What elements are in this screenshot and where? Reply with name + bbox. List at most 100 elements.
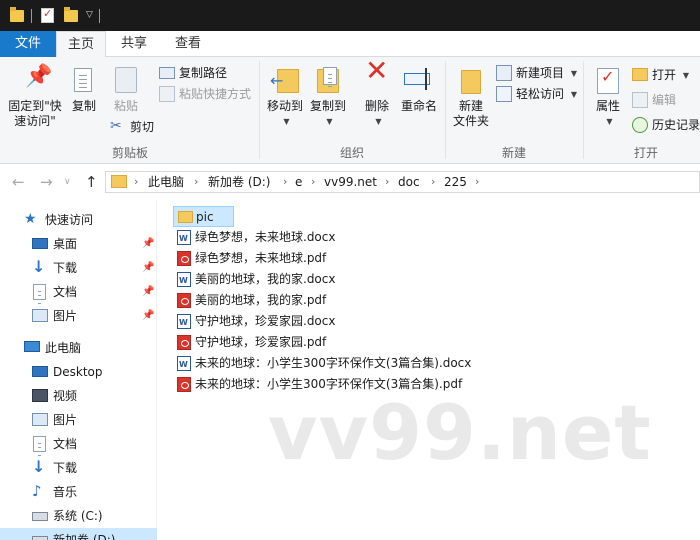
- cut-label: 剪切: [130, 120, 155, 134]
- rename-label: 重命名: [400, 99, 437, 113]
- copy-path-button[interactable]: 复制路径: [159, 64, 227, 82]
- rename-button[interactable]: 重命名: [398, 65, 440, 114]
- properties-quick-icon[interactable]: [41, 7, 54, 23]
- new-folder-button[interactable]: 新建 文件夹: [450, 65, 492, 129]
- back-arrow-icon[interactable]: ←: [12, 173, 25, 191]
- paste-shortcut-icon: [159, 86, 175, 102]
- nav-pc-drive-c[interactable]: 系统 (C:): [0, 504, 157, 528]
- nav-label: 下载: [53, 461, 78, 475]
- chevron-right-icon[interactable]: ›: [283, 174, 287, 190]
- cut-button[interactable]: ✂ 剪切: [110, 118, 154, 136]
- folder-icon: [178, 211, 193, 223]
- tab-share[interactable]: 共享: [108, 31, 160, 57]
- open-label: 打开: [652, 68, 677, 82]
- nav-this-pc[interactable]: 此电脑: [0, 336, 157, 360]
- paste-label: 粘贴: [113, 99, 138, 113]
- easy-access-dropdown-icon: ▼: [570, 90, 577, 99]
- history-button[interactable]: 历史记录: [632, 116, 700, 134]
- nav-label: 下载: [53, 261, 78, 275]
- properties-label: 属性: [595, 99, 620, 113]
- history-icon: [632, 117, 648, 133]
- breadcrumb-vv99[interactable]: vv99.net: [324, 174, 377, 190]
- pin-icon: 📌: [25, 64, 53, 89]
- desktop-icon: [32, 366, 48, 377]
- nav-quick-documents[interactable]: 文档 📌: [0, 280, 157, 304]
- paste-icon: [115, 67, 137, 93]
- address-bar[interactable]: › 此电脑 › 新加卷 (D:) › e › vv99.net › doc › …: [105, 171, 700, 193]
- paste-shortcut-button[interactable]: 粘贴快捷方式: [159, 85, 251, 103]
- nav-pc-downloads[interactable]: ↓ 下载: [0, 456, 157, 480]
- tab-view[interactable]: 查看: [162, 31, 214, 57]
- breadcrumb-drive-d[interactable]: 新加卷 (D:): [208, 174, 270, 190]
- edit-button[interactable]: 编辑: [632, 91, 676, 109]
- pin-icon[interactable]: 📌: [142, 280, 154, 304]
- file-list: vv99.net pic 绿色梦想，未来地球.docx 绿色梦想，未来地球.pd…: [158, 200, 700, 540]
- pin-icon[interactable]: 📌: [142, 232, 154, 256]
- file-name: 未来的地球：小学生300字环保作文(3篇合集).pdf: [195, 377, 463, 391]
- nav-pc-documents[interactable]: 文档: [0, 432, 157, 456]
- breadcrumb-doc[interactable]: doc: [398, 174, 420, 190]
- forward-arrow-icon[interactable]: →: [40, 173, 53, 191]
- chevron-right-icon[interactable]: ›: [431, 174, 435, 190]
- copy-to-button[interactable]: 复制到 ▼: [307, 65, 349, 129]
- computer-icon: [24, 341, 40, 352]
- folder-icon: [111, 175, 127, 188]
- chevron-right-icon[interactable]: ›: [385, 174, 389, 190]
- nav-pc-videos[interactable]: 视频: [0, 384, 157, 408]
- breadcrumb-this-pc[interactable]: 此电脑: [148, 174, 184, 190]
- clipboard-group-label: 剪贴板: [111, 146, 148, 160]
- properties-button[interactable]: ✓ 属性 ▼: [588, 65, 628, 129]
- nav-pc-desktop[interactable]: Desktop: [0, 360, 157, 384]
- tab-file[interactable]: 文件: [0, 31, 56, 57]
- pin-icon[interactable]: 📌: [142, 304, 154, 328]
- new-item-button[interactable]: 新建项目 ▼: [496, 64, 577, 82]
- open-dropdown-icon: ▼: [682, 71, 689, 80]
- ribbon-tabs: 文件 主页 共享 查看: [0, 31, 700, 58]
- copy-icon: [74, 68, 92, 92]
- nav-pc-music[interactable]: ♪ 音乐: [0, 480, 157, 504]
- nav-quick-pictures[interactable]: 图片 📌: [0, 304, 157, 328]
- file-item-folder[interactable]: pic: [173, 206, 234, 227]
- nav-label: 快速访问: [45, 213, 94, 227]
- edit-label: 编辑: [652, 93, 677, 107]
- ribbon: 📌 固定到"快 速访问" 复制 粘贴 复制路径 粘贴快捷方式 ✂ 剪切 剪贴板 …: [0, 57, 700, 164]
- nav-label: 桌面: [53, 237, 78, 251]
- copy-button[interactable]: 复制: [66, 65, 102, 114]
- chevron-right-icon[interactable]: ›: [194, 174, 198, 190]
- nav-label: 图片: [53, 413, 78, 427]
- delete-label: 删除: [364, 99, 389, 113]
- easy-access-button[interactable]: 轻松访问 ▼: [496, 85, 577, 103]
- delete-button[interactable]: ✕ 删除 ▼: [357, 57, 397, 129]
- chevron-right-icon[interactable]: ›: [134, 174, 138, 190]
- music-note-icon: ♪: [32, 482, 42, 500]
- word-document-icon: [177, 270, 191, 291]
- nav-quick-downloads[interactable]: ↓ 下载 📌: [0, 256, 157, 280]
- chevron-right-icon[interactable]: ›: [311, 174, 315, 190]
- nav-pc-pictures[interactable]: 图片: [0, 408, 157, 432]
- videos-icon: [32, 389, 48, 402]
- up-arrow-icon[interactable]: ↑: [85, 173, 98, 191]
- customize-toolbar-icon[interactable]: ▽: [86, 10, 93, 26]
- tab-home[interactable]: 主页: [56, 31, 106, 58]
- nav-pc-drive-d[interactable]: 新加卷 (D:): [0, 528, 157, 540]
- paste-shortcut-label: 粘贴快捷方式: [179, 87, 252, 101]
- file-name: 守护地球，珍爱家园.pdf: [195, 335, 327, 349]
- drive-icon: [32, 512, 48, 521]
- nav-label: 系统 (C:): [53, 509, 103, 523]
- star-icon: ★: [24, 211, 37, 227]
- watermark-text: vv99.net: [268, 388, 652, 477]
- nav-quick-access[interactable]: ★ 快速访问: [0, 208, 157, 232]
- new-folder-quick-icon[interactable]: [64, 7, 78, 22]
- breadcrumb-225[interactable]: 225: [444, 174, 467, 190]
- breadcrumb-e[interactable]: e: [295, 174, 302, 190]
- nav-quick-desktop[interactable]: 桌面 📌: [0, 232, 157, 256]
- copy-path-label: 复制路径: [179, 66, 228, 80]
- open-button[interactable]: 打开 ▼: [632, 66, 689, 84]
- pin-icon[interactable]: 📌: [142, 256, 154, 280]
- pin-label-line2: 速访问": [14, 114, 56, 128]
- chevron-right-icon[interactable]: ›: [475, 174, 479, 190]
- recent-locations-chevron-icon[interactable]: ∨: [64, 177, 71, 187]
- move-to-button[interactable]: ← 移动到 ▼: [264, 65, 306, 129]
- paste-button[interactable]: 粘贴: [106, 65, 146, 114]
- pin-to-quick-access-button[interactable]: 📌 固定到"快 速访问": [4, 65, 66, 129]
